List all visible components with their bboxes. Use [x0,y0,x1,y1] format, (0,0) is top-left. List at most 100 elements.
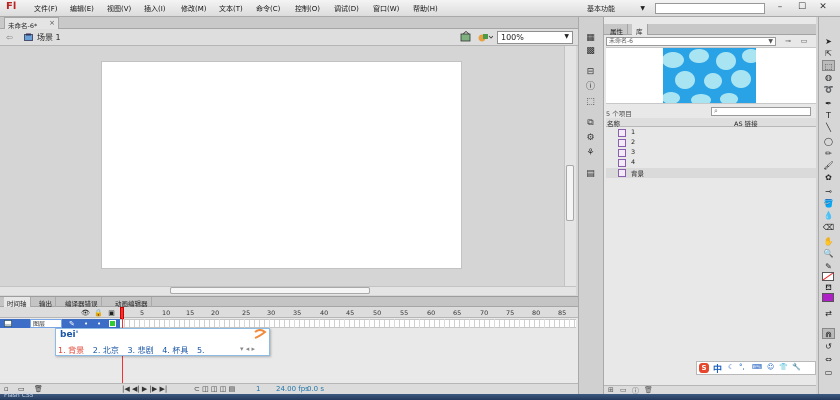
tab-timeline[interactable]: 时间轴 [4,297,31,308]
library-item[interactable] [606,158,816,168]
pin-icon[interactable]: ⊸ [783,37,793,46]
back-arrow-icon[interactable]: ⇦ [6,33,13,42]
tool-option-icon[interactable]: ⇔ [822,354,835,365]
menu-control[interactable]: 控制(O) [295,4,320,14]
layer-name-input[interactable] [30,319,62,328]
column-name[interactable]: 名称 [607,118,620,128]
history-icon[interactable]: ▤ [584,169,597,180]
line-tool-icon[interactable]: ╲ [822,122,835,133]
eraser-tool-icon[interactable]: ⌫ [822,222,835,233]
bone-tool-icon[interactable]: ⊸ [822,186,835,197]
pencil-tool-icon[interactable]: ✏ [822,148,835,159]
visibility-dot[interactable]: • [84,320,88,328]
workspace-switcher[interactable]: 基本功能 ▼ [586,3,646,14]
text-tool-icon[interactable]: T [822,110,835,121]
taskbar-app-label[interactable]: Flash CS5 [4,392,33,399]
outline-icon[interactable]: ▣ [107,309,116,317]
lasso-tool-icon[interactable]: ➰ [822,84,835,95]
sogou-icon[interactable]: S [699,363,709,373]
oval-tool-icon[interactable]: ◯ [822,136,835,147]
tab-properties[interactable]: 属性 [606,24,628,36]
swatches-icon[interactable]: ▩ [584,46,597,57]
tool-option-icon[interactable]: ▭ [822,367,835,378]
lock-dot[interactable]: • [97,320,101,328]
ime-candidate[interactable]: 2. 北京 [93,346,119,355]
selection-tool-icon[interactable]: ➤ [822,36,835,47]
menu-help[interactable]: 帮助(H) [413,4,438,14]
library-item[interactable] [606,138,816,148]
3d-rotation-tool-icon[interactable]: ◍ [822,72,835,83]
menu-file[interactable]: 文件(F) [34,4,58,14]
snap-to-objects-icon[interactable]: ⋒ [822,328,835,339]
user-icon[interactable]: ☺ [767,363,774,371]
new-library-icon[interactable]: ▭ [799,37,809,46]
ime-page-arrows[interactable]: ▾ ◂ ▸ [240,345,255,353]
menu-commands[interactable]: 命令(C) [256,4,280,14]
code-snippets-icon[interactable]: ⧉ [584,118,597,129]
help-search-input[interactable] [655,3,765,14]
punctuation-icon[interactable]: °, [739,363,745,371]
column-linkage[interactable]: AS 链接 [734,118,758,128]
lock-icon[interactable]: 🔒 [94,309,103,317]
hand-tool-icon[interactable]: ✋ [822,236,835,247]
menu-text[interactable]: 文本(T) [219,4,243,14]
subselection-tool-icon[interactable]: ⇱ [822,48,835,59]
menu-view[interactable]: 视图(V) [107,4,131,14]
ime-candidate[interactable]: 1. 背景 [58,346,84,355]
align-icon[interactable]: ⊟ [584,67,597,78]
ime-candidate[interactable]: 3. 悲剧 [127,346,153,355]
edit-scene-icon[interactable] [460,31,472,43]
color-panel-icon[interactable]: ▦ [584,33,597,44]
keyboard-icon[interactable]: ⌨ [752,363,762,371]
zoom-select[interactable]: 100% ▼ [497,31,573,44]
tab-compiler-errors[interactable]: 编译器错误 [62,297,102,308]
layer-outline-color[interactable] [109,320,116,327]
menu-debug[interactable]: 调试(D) [334,4,359,14]
brush-tool-icon[interactable]: 🖌 [822,160,835,171]
stage[interactable] [101,61,462,269]
tab-output[interactable]: 输出 [36,297,56,308]
frame-rate[interactable]: 24.00 fps [276,385,309,393]
playback-controls[interactable]: |◀ ◀| ▶ |▶ ▶| [122,385,167,393]
ime-mode-label[interactable]: 中 [713,362,722,375]
maximize-button[interactable]: ☐ [795,1,809,14]
skin-icon[interactable]: 👕 [779,363,788,371]
free-transform-tool-icon[interactable]: ⬚ [822,60,835,71]
tab-library[interactable]: 库 [632,24,648,36]
delete-icon[interactable]: 🗑 [644,386,653,394]
deco-tool-icon[interactable]: ✿ [822,172,835,183]
transform-icon[interactable]: ⬚ [584,97,597,108]
menu-modify[interactable]: 修改(M) [181,4,207,14]
onion-skin-icons[interactable]: ⊂ ◫ ◫ ◫ ▤ [194,385,235,393]
moon-icon[interactable]: ☾ [728,363,734,371]
library-item[interactable] [606,148,816,158]
library-item[interactable] [606,128,816,138]
ime-candidate[interactable]: 5. [197,346,205,355]
fill-color-swatch[interactable] [822,293,834,302]
pen-tool-icon[interactable]: ✒ [822,98,835,109]
document-tab[interactable]: 未命名-6* × [4,17,59,30]
ime-candidate[interactable]: 4. 杯具 [162,346,188,355]
vertical-scroll-thumb[interactable] [566,165,574,221]
horizontal-scroll-thumb[interactable] [170,287,370,294]
components-icon[interactable]: ⚙ [584,133,597,144]
new-folder-icon[interactable]: ▭ [620,386,627,394]
menu-insert[interactable]: 插入(I) [144,4,166,14]
paint-bucket-tool-icon[interactable]: 🪣 [822,198,835,209]
swap-colors-icon[interactable]: ⇄ [822,308,835,319]
menu-window[interactable]: 窗口(W) [373,4,399,14]
eyedropper-tool-icon[interactable]: 💧 [822,210,835,221]
close-tab-icon[interactable]: × [49,19,55,27]
delete-layer-icon[interactable]: 🗑 [34,385,43,393]
current-frame[interactable]: 1 [256,385,260,393]
close-button[interactable]: ✕ [816,1,830,14]
tab-motion-editor[interactable]: 动画编辑器 [112,297,152,308]
zoom-tool-icon[interactable]: 🔍 [822,248,835,259]
tool-option-icon[interactable]: ↺ [822,341,835,352]
eye-icon[interactable]: 👁 [81,309,90,317]
wrench-icon[interactable]: 🔧 [792,363,801,371]
library-search-input[interactable]: ⌕ [711,107,811,116]
motion-presets-icon[interactable]: ⚘ [584,148,597,159]
edit-symbol-icon[interactable] [477,31,493,43]
library-document-select[interactable]: 未命名-6 ▼ [606,37,776,46]
